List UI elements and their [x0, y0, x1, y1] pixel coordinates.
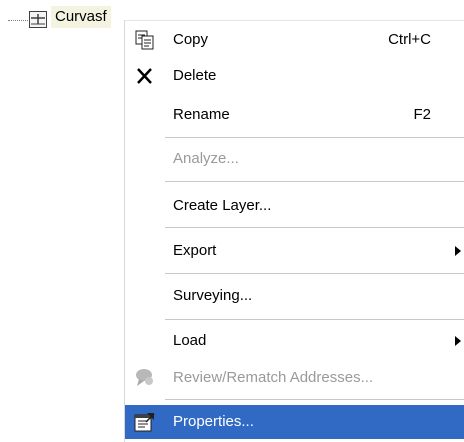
menu-item-label: Analyze... [173, 150, 239, 167]
menu-item-shortcut: Ctrl+C [388, 31, 431, 48]
menu-separator [165, 319, 464, 320]
menu-separator [165, 273, 464, 274]
menu-separator [165, 137, 464, 138]
context-menu: Copy Ctrl+C Delete Rename F2 Analyze... … [124, 20, 464, 442]
menu-item-shortcut: F2 [413, 106, 431, 123]
menu-item-delete[interactable]: Delete [125, 59, 464, 93]
menu-item-create-layer[interactable]: Create Layer... [125, 189, 464, 223]
menu-item-label: Properties... [173, 413, 254, 430]
menu-item-load[interactable]: Load [125, 324, 464, 358]
menu-separator [165, 227, 464, 228]
properties-icon [133, 410, 157, 434]
menu-item-surveying[interactable]: Surveying... [125, 279, 464, 313]
menu-item-label: Review/Rematch Addresses... [173, 369, 374, 386]
tree-node-label[interactable]: Curvasf [51, 6, 111, 28]
menu-item-label: Export [173, 242, 217, 259]
delete-x-icon [133, 64, 157, 88]
submenu-arrow-icon [455, 246, 461, 256]
tree-connector-line [8, 20, 28, 21]
copy-icon [133, 28, 157, 52]
menu-separator [165, 181, 464, 182]
review-addresses-icon [133, 366, 157, 390]
menu-item-copy[interactable]: Copy Ctrl+C [125, 23, 464, 57]
menu-item-analyze: Analyze... [125, 142, 464, 176]
menu-separator [165, 399, 464, 400]
menu-item-label: Surveying... [173, 287, 253, 304]
menu-item-label: Create Layer... [173, 197, 272, 214]
menu-item-label: Load [173, 332, 207, 349]
menu-item-review-rematch-addresses: Review/Rematch Addresses... [125, 361, 464, 395]
menu-item-label: Delete [173, 67, 217, 84]
menu-item-label: Rename [173, 106, 230, 123]
submenu-arrow-icon [455, 336, 461, 346]
menu-item-label: Copy [173, 31, 209, 48]
layer-group-icon[interactable] [29, 11, 47, 28]
menu-item-export[interactable]: Export [125, 234, 464, 268]
menu-item-rename[interactable]: Rename F2 [125, 98, 464, 132]
menu-item-properties[interactable]: Properties... [125, 405, 464, 439]
